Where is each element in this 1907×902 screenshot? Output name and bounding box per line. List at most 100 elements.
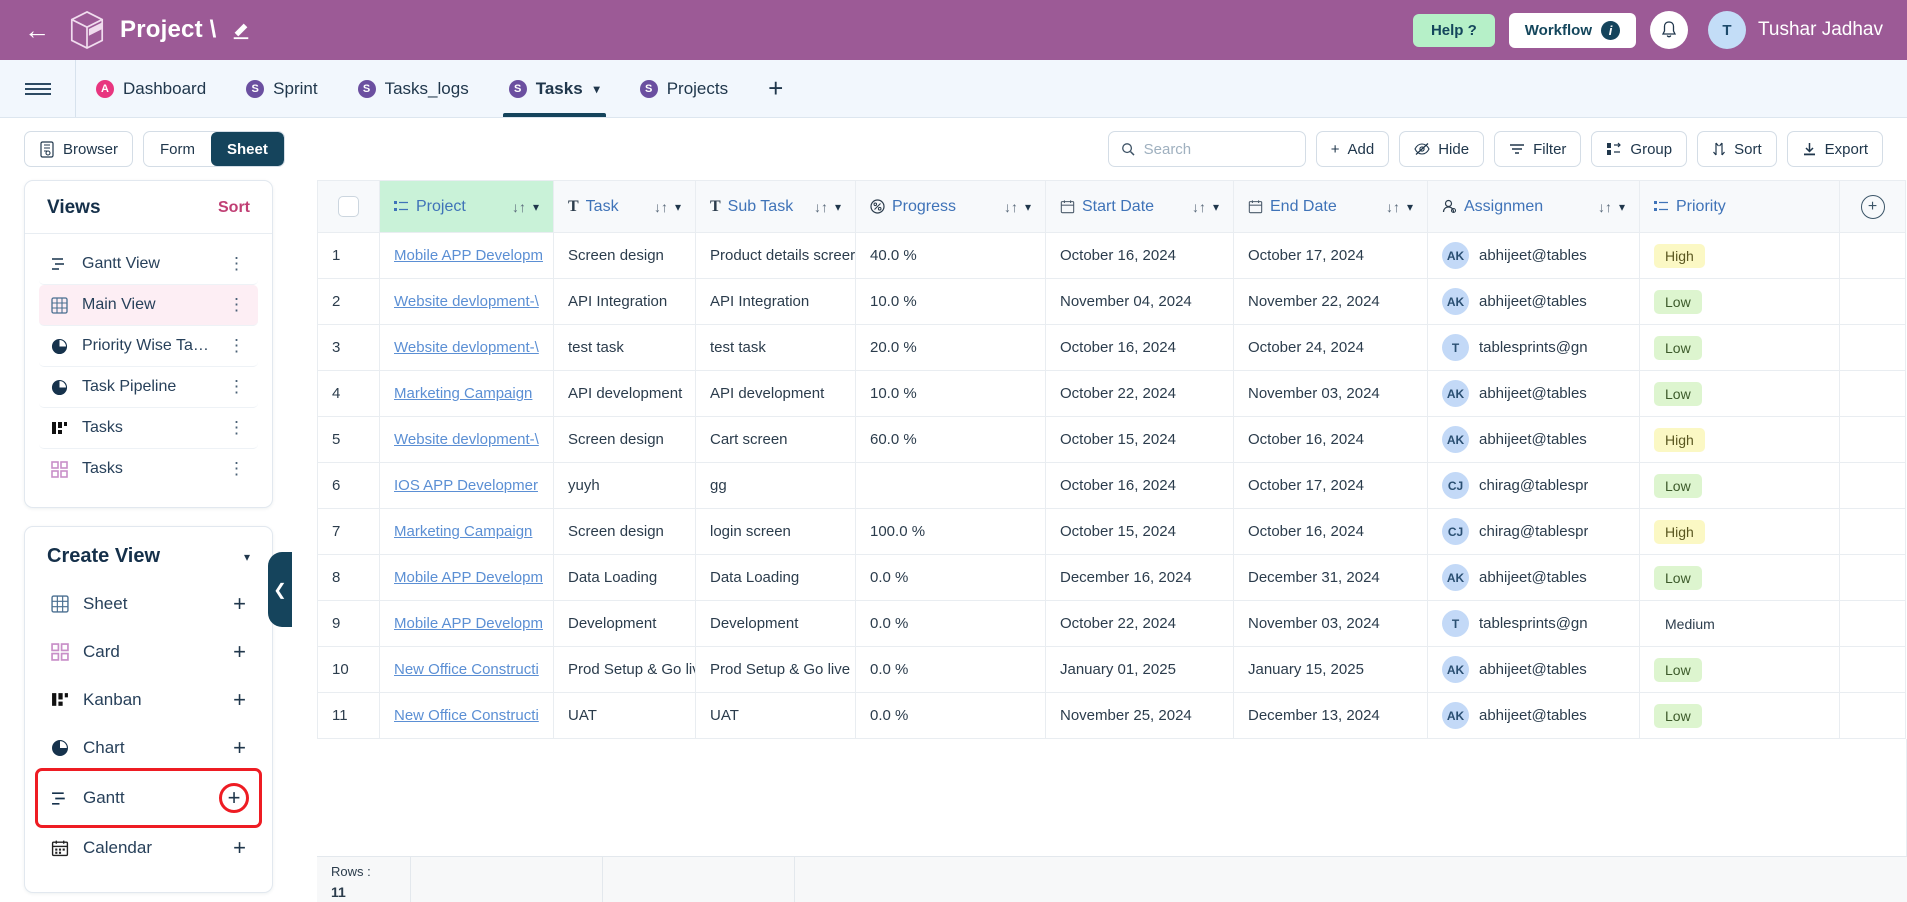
chevron-down-icon[interactable]: ▾ bbox=[594, 82, 600, 96]
cell-start-date[interactable]: October 16, 2024 bbox=[1045, 324, 1234, 371]
sort-toggle-icon[interactable]: ↓↑ bbox=[1192, 199, 1206, 215]
views-sort-button[interactable]: Sort bbox=[218, 199, 250, 217]
cell-end-date[interactable]: October 24, 2024 bbox=[1233, 324, 1428, 371]
cell-progress[interactable]: 100.0 % bbox=[855, 508, 1046, 555]
tab-dashboard[interactable]: A Dashboard bbox=[76, 60, 226, 117]
create-view-chart[interactable]: Chart + bbox=[39, 724, 258, 772]
add-sheet-view-button[interactable]: + bbox=[233, 591, 246, 617]
cell-project[interactable]: New Office Constructi bbox=[379, 646, 554, 693]
cell-project[interactable]: IOS APP Developmer bbox=[379, 462, 554, 509]
cell-task[interactable]: Data Loading bbox=[553, 554, 696, 601]
export-button[interactable]: Export bbox=[1786, 131, 1883, 167]
sidebar-item-priority-wise-tasks[interactable]: Priority Wise Tas… ⋮ bbox=[39, 326, 258, 367]
cell-task[interactable]: API Integration bbox=[553, 278, 696, 325]
cell-start-date[interactable]: October 15, 2024 bbox=[1045, 508, 1234, 555]
add-kanban-view-button[interactable]: + bbox=[233, 687, 246, 713]
search-box[interactable] bbox=[1107, 131, 1306, 167]
cell-progress[interactable]: 0.0 % bbox=[855, 554, 1046, 601]
search-input[interactable] bbox=[1143, 140, 1293, 158]
tab-tasks[interactable]: S Tasks ▾ bbox=[489, 60, 620, 117]
cell-end-date[interactable]: October 16, 2024 bbox=[1233, 416, 1428, 463]
table-row[interactable]: 7 Marketing Campaign Screen design login… bbox=[317, 508, 1906, 555]
column-header-start-date[interactable]: Start Date ↓↑ ▾ bbox=[1045, 180, 1234, 233]
sidebar-item-main-view[interactable]: Main View ⋮ bbox=[39, 285, 258, 326]
chevron-down-icon[interactable]: ▾ bbox=[1619, 200, 1625, 214]
cell-assignment[interactable]: AK abhijeet@tables bbox=[1427, 370, 1640, 417]
cell-start-date[interactable]: October 16, 2024 bbox=[1045, 232, 1234, 279]
cell-progress[interactable] bbox=[855, 462, 1046, 509]
project-link[interactable]: Marketing Campaign bbox=[394, 385, 532, 402]
add-tab-button[interactable]: + bbox=[748, 60, 803, 117]
cell-progress[interactable]: 20.0 % bbox=[855, 324, 1046, 371]
add-column-header[interactable]: + bbox=[1839, 180, 1906, 233]
cell-priority[interactable]: Low bbox=[1639, 370, 1840, 417]
cell-sub-task[interactable]: UAT bbox=[695, 692, 856, 739]
create-view-gantt[interactable]: Gantt + bbox=[35, 768, 262, 828]
cell-task[interactable]: test task bbox=[553, 324, 696, 371]
filter-button[interactable]: Filter bbox=[1494, 131, 1582, 167]
cell-priority[interactable]: High bbox=[1639, 508, 1840, 555]
chevron-down-icon[interactable]: ▾ bbox=[1025, 200, 1031, 214]
project-link[interactable]: New Office Constructi bbox=[394, 707, 539, 724]
select-all-checkbox[interactable] bbox=[338, 196, 359, 217]
create-view-card[interactable]: Card + bbox=[39, 628, 258, 676]
notifications-button[interactable] bbox=[1650, 11, 1689, 49]
add-card-view-button[interactable]: + bbox=[233, 639, 246, 665]
cell-priority[interactable]: Low bbox=[1639, 646, 1840, 693]
cell-task[interactable]: Development bbox=[553, 600, 696, 647]
cell-assignment[interactable]: CJ chirag@tablespr bbox=[1427, 508, 1640, 555]
sort-toggle-icon[interactable]: ↓↑ bbox=[1386, 199, 1400, 215]
sidebar-item-tasks-card[interactable]: Tasks ⋮ bbox=[39, 449, 258, 489]
column-header-sub-task[interactable]: T Sub Task ↓↑ ▾ bbox=[695, 180, 856, 233]
project-link[interactable]: Website devlopment-\ bbox=[394, 293, 539, 310]
cell-project[interactable]: Website devlopment-\ bbox=[379, 324, 554, 371]
table-row[interactable]: 9 Mobile APP Developm Development Develo… bbox=[317, 600, 1906, 647]
cell-assignment[interactable]: T tablesprints@gn bbox=[1427, 600, 1640, 647]
cell-end-date[interactable]: November 22, 2024 bbox=[1233, 278, 1428, 325]
sidebar-collapse-handle[interactable]: ❮ bbox=[268, 552, 292, 627]
column-header-priority[interactable]: Priority bbox=[1639, 180, 1840, 233]
column-header-project[interactable]: Project ↓↑ ▾ bbox=[379, 180, 554, 233]
cell-progress[interactable]: 10.0 % bbox=[855, 370, 1046, 417]
pencil-icon[interactable] bbox=[231, 20, 251, 40]
cell-assignment[interactable]: T tablesprints@gn bbox=[1427, 324, 1640, 371]
cell-start-date[interactable]: January 01, 2025 bbox=[1045, 646, 1234, 693]
cell-sub-task[interactable]: Product details screer bbox=[695, 232, 856, 279]
tab-projects[interactable]: S Projects bbox=[620, 60, 748, 117]
project-link[interactable]: Website devlopment-\ bbox=[394, 339, 539, 356]
cell-priority[interactable]: Medium bbox=[1639, 600, 1840, 647]
back-arrow-icon[interactable]: ← bbox=[24, 17, 54, 43]
cell-start-date[interactable]: October 22, 2024 bbox=[1045, 370, 1234, 417]
cell-task[interactable]: Screen design bbox=[553, 232, 696, 279]
form-toggle[interactable]: Form bbox=[144, 132, 211, 166]
project-link[interactable]: New Office Constructi bbox=[394, 661, 539, 678]
cell-progress[interactable]: 10.0 % bbox=[855, 278, 1046, 325]
cell-assignment[interactable]: AK abhijeet@tables bbox=[1427, 416, 1640, 463]
table-row[interactable]: 5 Website devlopment-\ Screen design Car… bbox=[317, 416, 1906, 463]
cell-project[interactable]: Mobile APP Developm bbox=[379, 554, 554, 601]
cell-task[interactable]: Screen design bbox=[553, 508, 696, 555]
column-header-assignment[interactable]: Assignmen ↓↑ ▾ bbox=[1427, 180, 1640, 233]
hamburger-icon[interactable] bbox=[0, 60, 76, 117]
view-options-icon[interactable]: ⋮ bbox=[228, 336, 246, 356]
cell-end-date[interactable]: October 17, 2024 bbox=[1233, 232, 1428, 279]
cell-end-date[interactable]: December 31, 2024 bbox=[1233, 554, 1428, 601]
table-row[interactable]: 8 Mobile APP Developm Data Loading Data … bbox=[317, 554, 1906, 601]
cell-priority[interactable]: Low bbox=[1639, 462, 1840, 509]
cell-project[interactable]: Website devlopment-\ bbox=[379, 416, 554, 463]
cell-sub-task[interactable]: test task bbox=[695, 324, 856, 371]
view-options-icon[interactable]: ⋮ bbox=[228, 254, 246, 274]
cell-assignment[interactable]: AK abhijeet@tables bbox=[1427, 278, 1640, 325]
create-view-calendar[interactable]: Calendar + bbox=[39, 824, 258, 872]
table-row[interactable]: 2 Website devlopment-\ API Integration A… bbox=[317, 278, 1906, 325]
tab-tasks-logs[interactable]: S Tasks_logs bbox=[338, 60, 489, 117]
cell-sub-task[interactable]: Development bbox=[695, 600, 856, 647]
sidebar-item-gantt-view[interactable]: Gantt View ⋮ bbox=[39, 244, 258, 285]
cell-priority[interactable]: High bbox=[1639, 232, 1840, 279]
table-row[interactable]: 6 IOS APP Developmer yuyh gg October 16,… bbox=[317, 462, 1906, 509]
cell-start-date[interactable]: October 22, 2024 bbox=[1045, 600, 1234, 647]
create-view-header[interactable]: Create View ▾ bbox=[25, 527, 272, 580]
cell-start-date[interactable]: November 04, 2024 bbox=[1045, 278, 1234, 325]
chevron-down-icon[interactable]: ▾ bbox=[675, 200, 681, 214]
column-header-progress[interactable]: Progress ↓↑ ▾ bbox=[855, 180, 1046, 233]
